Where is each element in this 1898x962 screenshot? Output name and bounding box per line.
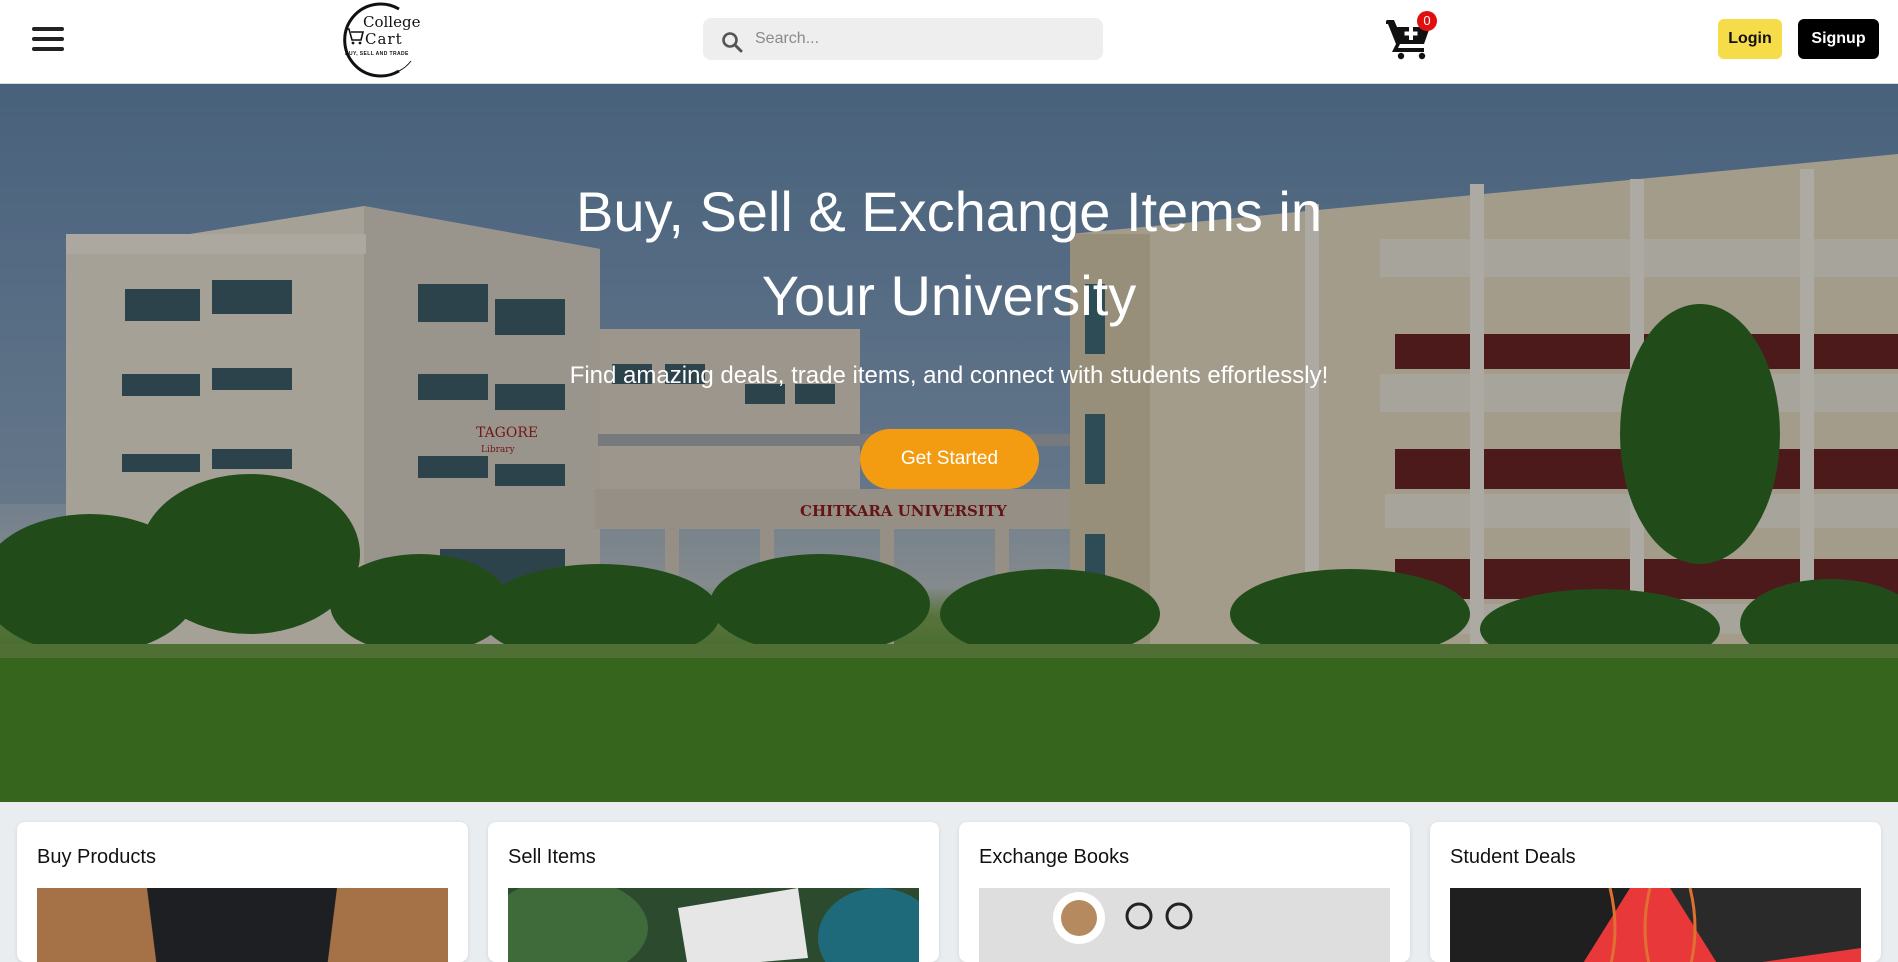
card-title: Sell Items bbox=[508, 846, 596, 868]
search-bar[interactable] bbox=[703, 18, 1103, 60]
logo-tagline: BUY, SELL AND TRADE bbox=[345, 51, 409, 57]
college-cart-logo[interactable]: College Cart BUY, SELL AND TRADE bbox=[337, 1, 421, 79]
card-student-deals[interactable]: Student Deals bbox=[1430, 822, 1881, 962]
logo-wordmark: College Cart bbox=[353, 13, 421, 48]
card-image bbox=[37, 888, 448, 962]
cart-count-badge: 0 bbox=[1417, 11, 1437, 31]
hero-subtitle: Find amazing deals, trade items, and con… bbox=[569, 362, 1329, 389]
signup-button[interactable]: Signup bbox=[1798, 19, 1879, 59]
cart-button[interactable]: 0 bbox=[1383, 11, 1437, 60]
hamburger-menu-icon[interactable] bbox=[32, 27, 64, 51]
search-icon bbox=[722, 32, 743, 53]
card-title: Student Deals bbox=[1450, 846, 1576, 868]
card-title: Exchange Books bbox=[979, 846, 1130, 868]
top-navbar: College Cart BUY, SELL AND TRADE 0 Login… bbox=[0, 0, 1898, 84]
get-started-button[interactable]: Get Started bbox=[860, 429, 1039, 489]
card-image bbox=[979, 888, 1390, 962]
card-title: Buy Products bbox=[37, 846, 156, 868]
search-input[interactable] bbox=[753, 24, 1083, 54]
feature-cards: Buy Products Sell Items Exchange Books S… bbox=[0, 802, 1898, 962]
logo-line-2: Cart bbox=[365, 30, 403, 48]
hero-section: TAGORE Library CHITKARA UNIVERSITY Buy, … bbox=[0, 84, 1898, 802]
card-exchange-books[interactable]: Exchange Books bbox=[959, 822, 1410, 962]
login-button[interactable]: Login bbox=[1718, 19, 1782, 59]
logo-line-1: College bbox=[363, 13, 421, 31]
card-buy-products[interactable]: Buy Products bbox=[17, 822, 468, 962]
card-sell-items[interactable]: Sell Items bbox=[488, 822, 939, 962]
card-image bbox=[1450, 888, 1861, 962]
hero-title: Buy, Sell & Exchange Items in Your Unive… bbox=[576, 180, 1322, 327]
card-image bbox=[508, 888, 919, 962]
